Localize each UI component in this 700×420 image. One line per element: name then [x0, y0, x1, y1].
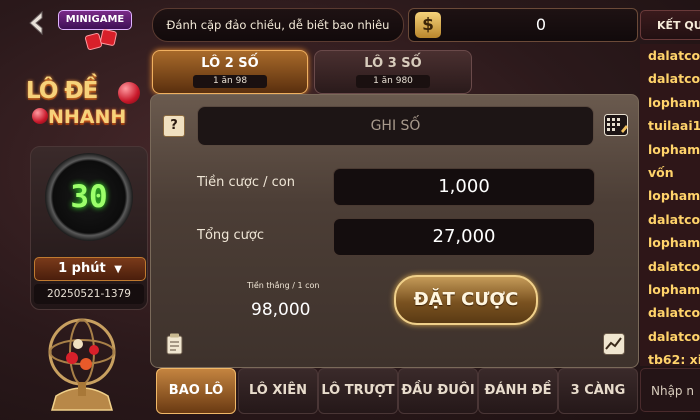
stake-input[interactable]: 1,000 — [333, 168, 595, 206]
tab-lo-truot[interactable]: LÔ TRƯỢT — [318, 368, 398, 414]
stake-label: Tiền cược / con — [197, 175, 295, 190]
chat-message: dalatco — [648, 71, 700, 87]
tab-odds: 1 ăn 980 — [356, 75, 430, 88]
period-label: 1 phút — [58, 261, 106, 276]
ball-icon — [118, 82, 140, 104]
bet-panel: ? GHI SỐ Tiền cược / con 1,000 Tổng cược… — [150, 94, 639, 368]
tab-odds: 1 ăn 98 — [193, 75, 267, 88]
dice-icon — [99, 28, 118, 47]
back-arrow-icon — [29, 10, 43, 36]
notice-bar: Đánh cặp đảo chiều, dễ biết bao nhiêu — [152, 8, 404, 42]
ball-icon — [32, 108, 48, 124]
balance-display: $ 0 — [408, 8, 638, 42]
chat-message: vốn — [648, 164, 674, 180]
chat-message: dalatco — [648, 305, 700, 321]
notes-icon[interactable] — [165, 333, 185, 355]
chat-input[interactable]: Nhập n — [640, 368, 700, 412]
dollar-icon: $ — [415, 12, 441, 38]
logo-line2: NHANH — [48, 106, 127, 128]
chat-message: lopham2 — [648, 235, 700, 251]
lottery-globe-icon — [48, 318, 116, 411]
chat-message: lopham2 — [648, 94, 700, 110]
chat-message: dalatco — [648, 258, 700, 274]
chat-message: dalatco — [648, 48, 700, 63]
minigame-button[interactable]: MINIGAME — [58, 4, 132, 60]
tab-bao-lo[interactable]: BAO LÔ — [156, 368, 236, 414]
total-display: 27,000 — [333, 218, 595, 256]
chat-message: lopham2 — [648, 281, 700, 297]
balance-value: 0 — [535, 15, 547, 34]
chat-list: dalatco dalatco lopham2 tuilaai19 lopham… — [640, 44, 700, 366]
countdown-dial: 30 — [45, 153, 133, 241]
tab-lo-xien[interactable]: LÔ XIÊN — [238, 368, 318, 414]
place-bet-button[interactable]: ĐẶT CƯỢC — [394, 275, 538, 325]
lode-nhanh-logo: LÔ ĐỀ NHANH — [26, 78, 144, 136]
tab-label: LÔ 3 SỐ — [364, 56, 422, 71]
chat-message: lopham2 — [648, 188, 700, 204]
stats-chart-icon[interactable] — [603, 333, 625, 355]
number-input[interactable]: GHI SỐ — [197, 106, 594, 146]
win-per-unit-value: 98,000 — [251, 300, 311, 320]
bet-type-tabs: BAO LÔ LÔ XIÊN LÔ TRƯỢT ĐẦU ĐUÔI ĐÁNH ĐỀ… — [152, 366, 638, 416]
tab-lo-3-so[interactable]: LÔ 3 SỐ 1 ăn 980 — [314, 50, 472, 94]
session-id: 20250521-1379 — [34, 284, 144, 304]
tab-label: LÔ 2 SỐ — [201, 56, 259, 71]
logo-line1: LÔ ĐỀ — [26, 78, 98, 104]
tab-lo-2-so[interactable]: LÔ 2 SỐ 1 ăn 98 — [152, 50, 308, 94]
total-label: Tổng cược — [197, 228, 265, 243]
period-select[interactable]: 1 phút ▼ — [34, 257, 146, 281]
caret-down-icon: ▼ — [114, 264, 122, 275]
results-tab[interactable]: KẾT QU — [640, 10, 700, 40]
win-per-unit-label: Tiền thắng / 1 con — [247, 281, 320, 290]
keypad-icon[interactable] — [604, 114, 628, 136]
chat-message: tuilaai19 — [648, 118, 700, 134]
chat-message: dalatco — [648, 328, 700, 344]
timer-panel: 30 1 phút ▼ 20250521-1379 — [30, 146, 148, 310]
back-button[interactable] — [22, 8, 52, 38]
chat-message: lopham2 — [648, 141, 700, 157]
tab-danh-de[interactable]: ĐÁNH ĐỀ — [478, 368, 558, 414]
tab-dau-duoi[interactable]: ĐẦU ĐUÔI — [398, 368, 478, 414]
help-icon[interactable]: ? — [163, 115, 185, 137]
minigame-label: MINIGAME — [58, 10, 132, 30]
chat-message: tb62: xi — [648, 352, 700, 366]
chat-message: dalatco — [648, 211, 700, 227]
tab-3-cang[interactable]: 3 CÀNG — [558, 368, 638, 414]
countdown-value: 30 — [70, 179, 108, 215]
